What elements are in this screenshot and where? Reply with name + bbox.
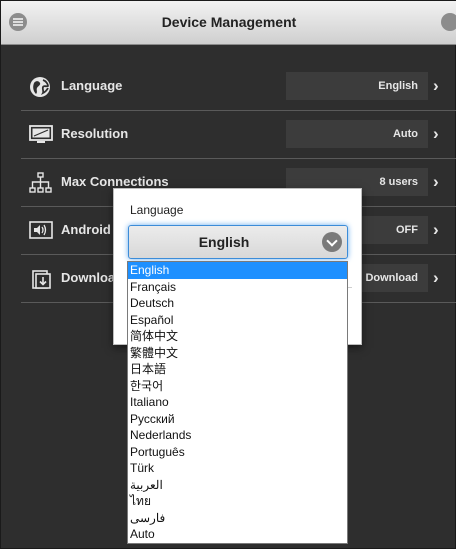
- monitor-icon: [29, 124, 53, 144]
- language-options-list[interactable]: English Français Deutsch Español 简体中文 繁體…: [127, 261, 348, 544]
- chevron-down-icon[interactable]: [322, 232, 342, 252]
- download-icon: [29, 268, 53, 289]
- language-select[interactable]: English: [128, 225, 348, 259]
- setting-value: English: [286, 72, 428, 100]
- app-frame: Device Management Language English › Res…: [0, 0, 456, 549]
- option-traditional-chinese[interactable]: 繁體中文: [128, 345, 347, 362]
- option-deutsch[interactable]: Deutsch: [128, 295, 347, 312]
- select-value: English: [198, 234, 250, 250]
- setting-label: Android: [61, 222, 111, 237]
- chevron-right-icon: ›: [433, 268, 439, 287]
- setting-value: Auto: [286, 120, 428, 148]
- user-icon[interactable]: [441, 13, 456, 31]
- option-english[interactable]: English: [128, 262, 347, 279]
- setting-label: Resolution: [61, 126, 129, 141]
- setting-row-resolution[interactable]: Resolution Auto ›: [21, 111, 456, 159]
- option-turk[interactable]: Türk: [128, 460, 347, 477]
- option-farsi[interactable]: فارسی: [128, 510, 347, 527]
- option-nederlands[interactable]: Nederlands: [128, 427, 347, 444]
- setting-label: Downloa: [61, 270, 116, 285]
- option-portugues[interactable]: Português: [128, 444, 347, 461]
- chevron-right-icon: ›: [433, 124, 439, 143]
- chevron-right-icon: ›: [433, 76, 439, 95]
- option-arabic[interactable]: العربية: [128, 477, 347, 494]
- option-thai[interactable]: ไทย: [128, 493, 347, 510]
- option-italiano[interactable]: Italiano: [128, 394, 347, 411]
- chevron-right-icon: ›: [433, 220, 439, 239]
- globe-icon: [29, 76, 53, 97]
- speaker-icon: [29, 220, 53, 240]
- option-korean[interactable]: 한국어: [128, 378, 347, 395]
- option-espanol[interactable]: Español: [128, 312, 347, 329]
- option-auto[interactable]: Auto: [128, 526, 347, 543]
- option-francais[interactable]: Français: [128, 279, 347, 296]
- option-japanese[interactable]: 日本語: [128, 361, 347, 378]
- dialog-label: Language: [130, 203, 184, 217]
- option-russian[interactable]: Русский: [128, 411, 347, 428]
- page-title: Device Management: [161, 14, 297, 30]
- header-bar: Device Management: [1, 1, 456, 45]
- option-simplified-chinese[interactable]: 简体中文: [128, 328, 347, 345]
- network-icon: [29, 172, 53, 193]
- setting-row-language[interactable]: Language English ›: [21, 63, 456, 111]
- chevron-right-icon: ›: [433, 172, 439, 191]
- setting-label: Language: [61, 78, 123, 93]
